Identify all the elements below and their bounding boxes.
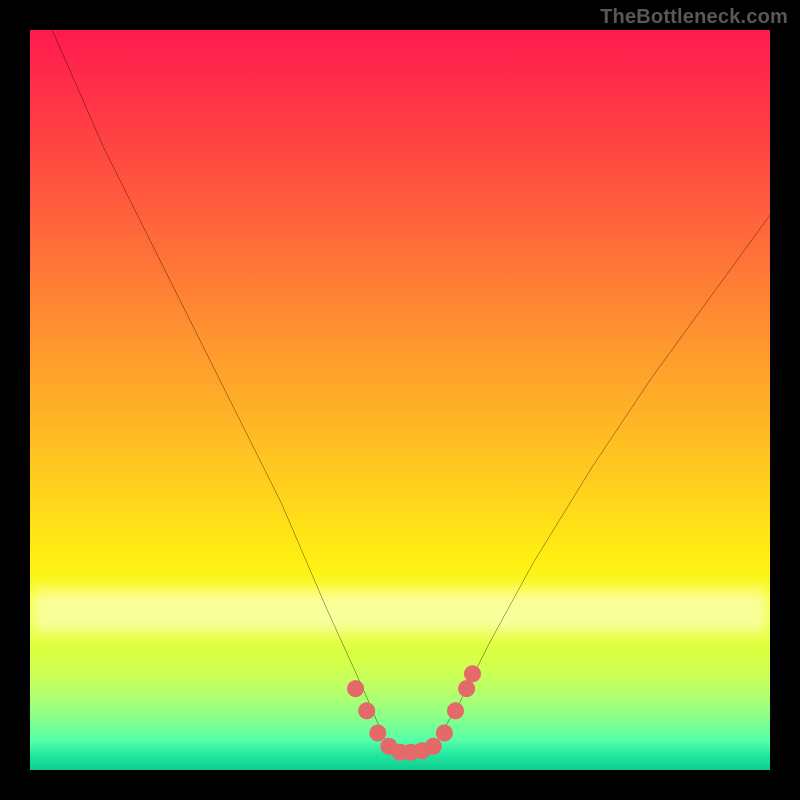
plot-area [30, 30, 770, 770]
marker-group [347, 665, 481, 760]
flat-region-marker [436, 724, 453, 741]
attribution-label: TheBottleneck.com [600, 6, 788, 29]
flat-region-marker [464, 665, 481, 682]
flat-region-marker [369, 724, 386, 741]
flat-region-marker [447, 702, 464, 719]
flat-region-marker [425, 738, 442, 755]
flat-region-marker [358, 702, 375, 719]
flat-region-marker [458, 680, 475, 697]
curve-layer [30, 30, 770, 770]
bottleneck-curve-path [52, 30, 770, 755]
flat-region-marker [347, 680, 364, 697]
chart-frame: TheBottleneck.com [0, 0, 800, 800]
